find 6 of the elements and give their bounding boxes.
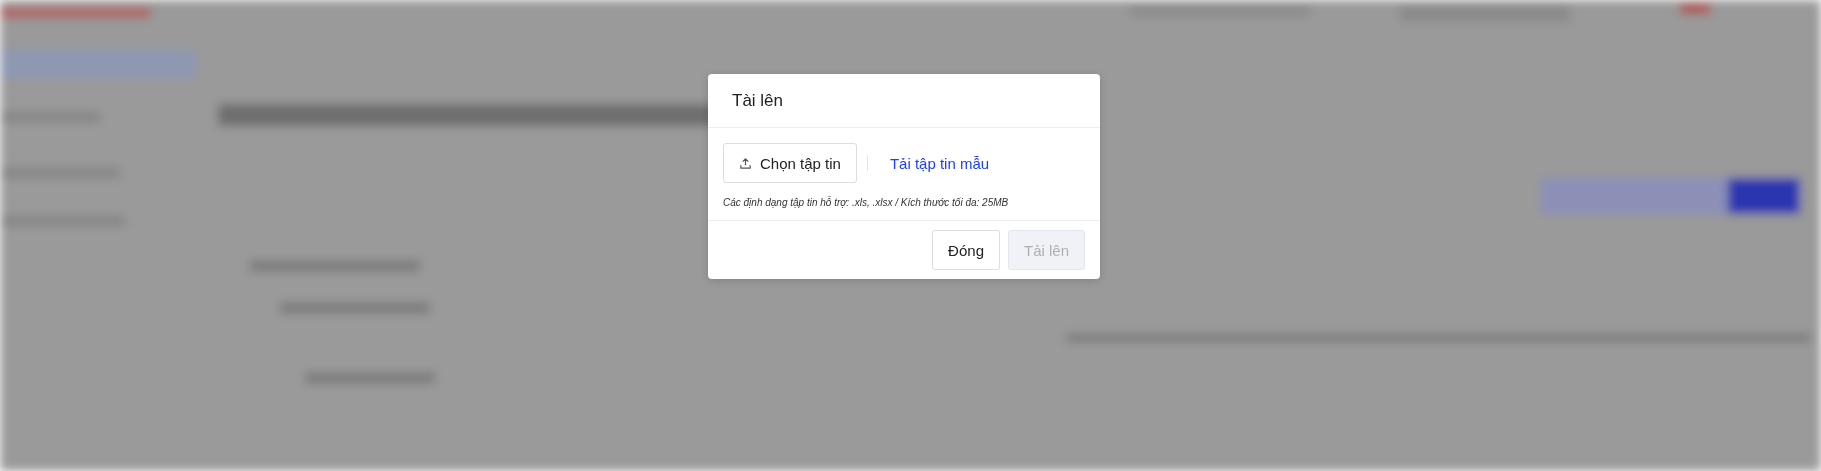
download-template-link[interactable]: Tải tập tin mẫu — [889, 154, 990, 172]
close-button[interactable]: Đóng — [932, 230, 1000, 270]
choose-file-button[interactable]: Chọn tập tin — [723, 143, 857, 183]
upload-icon — [739, 156, 752, 170]
dialog-title: Tài lên — [732, 90, 784, 111]
format-hint: Các định dạng tập tin hỗ trợ: .xls, .xlsx / Kích thước tối đa: 25MB — [723, 197, 1010, 208]
